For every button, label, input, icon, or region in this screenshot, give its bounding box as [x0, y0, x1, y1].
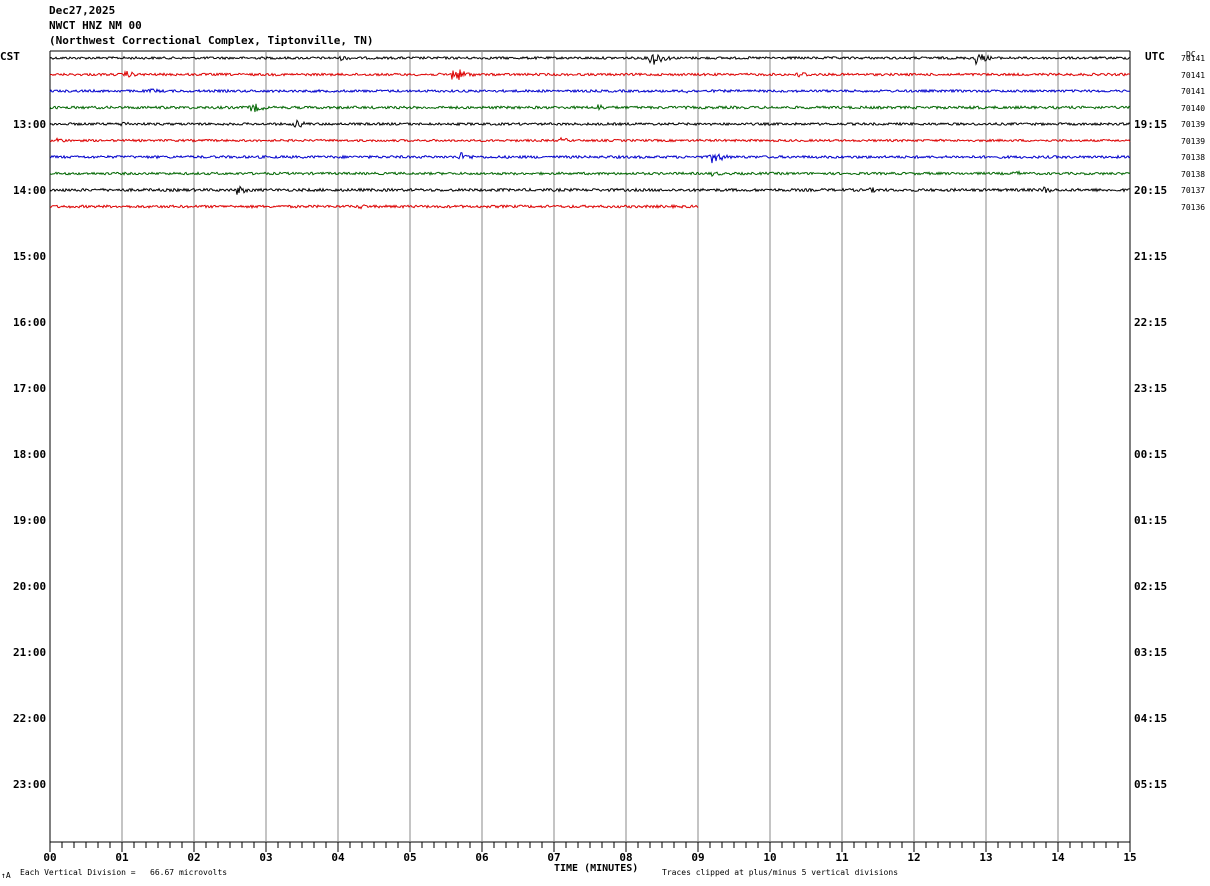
utc-hour-label: 01:15	[1134, 514, 1168, 527]
x-tick-label: 05	[403, 851, 417, 864]
x-tick-label: 00	[43, 851, 57, 864]
x-tick-label: 09	[691, 851, 705, 864]
seismic-trace	[49, 53, 1131, 66]
cst-hour-label: 19:00	[13, 514, 47, 527]
utc-hour-label: 03:15	[1134, 646, 1168, 659]
seismic-trace	[49, 170, 1131, 177]
utc-hour-label: 20:15	[1134, 184, 1168, 197]
dc-offset-value: 70137	[1181, 186, 1206, 195]
dc-offset-value: 70141	[1181, 70, 1206, 80]
dc-offset-value: 70140	[1181, 103, 1206, 113]
seismic-trace	[49, 103, 1131, 113]
utc-hour-label: 00:15	[1134, 448, 1168, 461]
x-tick-label: 13	[979, 851, 993, 864]
x-tick-label: 02	[187, 851, 201, 864]
footer-left-mark: ↑A	[1, 871, 11, 880]
seismic-trace	[49, 88, 1131, 94]
x-tick-label: 04	[331, 851, 345, 864]
x-tick-label: 11	[835, 851, 849, 864]
seismogram-plot	[49, 50, 1131, 852]
trace-group	[49, 53, 1131, 210]
cst-hour-label: 20:00	[13, 580, 47, 593]
cst-hour-label: 18:00	[13, 448, 47, 461]
x-tick-label: 15	[1123, 851, 1137, 864]
x-tick-label: 06	[475, 851, 489, 864]
cst-hour-label: 15:00	[13, 250, 47, 263]
seismic-trace	[49, 203, 699, 210]
cst-hour-label: 13:00	[13, 118, 47, 131]
dc-offset-value: 70141	[1181, 87, 1206, 96]
x-tick-label: 03	[259, 851, 273, 864]
dc-offset-value: 70139	[1181, 120, 1206, 129]
seismic-trace	[49, 136, 1131, 143]
x-tick-label: 10	[763, 851, 777, 864]
seismic-trace	[49, 69, 1131, 80]
utc-hour-label: 02:15	[1134, 580, 1168, 593]
seismic-trace	[49, 119, 1131, 128]
utc-hour-label: 22:15	[1134, 316, 1168, 329]
footer-clip-note: Traces clipped at plus/minus 5 vertical …	[662, 868, 899, 877]
footer-scale-note: Each Vertical Division = 66.67 microvolt…	[20, 868, 228, 877]
cst-hour-label: 17:00	[13, 382, 47, 395]
x-tick-label: 01	[115, 851, 129, 864]
cst-hour-label: 14:00	[13, 184, 47, 197]
dc-offset-value: 70138	[1181, 153, 1206, 162]
dc-offset-value: 70138	[1181, 169, 1206, 179]
utc-hour-label: 04:15	[1134, 712, 1168, 725]
utc-hour-label: 05:15	[1134, 778, 1168, 791]
seismic-trace	[49, 151, 1131, 164]
cst-hour-label: 22:00	[13, 712, 47, 725]
x-tick-label: 12	[907, 851, 921, 864]
utc-hour-label: 21:15	[1134, 250, 1168, 263]
utc-hour-label: 23:15	[1134, 382, 1168, 395]
dc-offset-value: 70136	[1181, 202, 1206, 212]
seismic-trace	[49, 185, 1130, 195]
cst-hour-label: 16:00	[13, 316, 47, 329]
x-axis-title: TIME (MINUTES)	[554, 863, 639, 874]
dc-offset-value: 70139	[1181, 136, 1206, 146]
plot-grid	[49, 50, 1131, 843]
x-tick-label: 14	[1051, 851, 1065, 864]
dc-offset-value: 70141	[1181, 54, 1206, 63]
cst-hour-label: 23:00	[13, 778, 47, 791]
utc-hour-label: 19:15	[1134, 118, 1168, 131]
cst-hour-label: 21:00	[13, 646, 47, 659]
x-axis-ticks	[49, 842, 1131, 852]
